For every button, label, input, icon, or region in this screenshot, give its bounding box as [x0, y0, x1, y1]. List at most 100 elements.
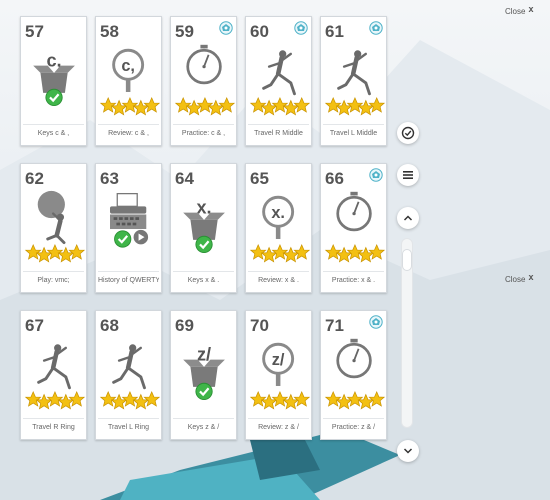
lesson-card[interactable]: 69 z/Keys z & /: [170, 310, 237, 440]
play-icon: [133, 229, 149, 245]
menu-button[interactable]: [397, 164, 419, 186]
star-icon: [368, 243, 386, 260]
lesson-card[interactable]: 61 Travel L Middle: [320, 16, 387, 146]
star-icon: [335, 393, 353, 410]
lesson-label: Review: x & .: [248, 271, 309, 289]
key-glyph: c,: [121, 57, 135, 75]
star-icon: [260, 99, 278, 116]
lesson-art: [110, 192, 149, 248]
lesson-card[interactable]: 59 Practice: c & ,: [170, 16, 237, 146]
star-icon: [68, 243, 86, 260]
lesson-art: [24, 344, 86, 410]
runner-icon: [337, 50, 371, 96]
lesson-card[interactable]: 67 Travel R Ring: [20, 310, 87, 440]
typewriter-icon: [110, 192, 147, 229]
runner-icon: [37, 344, 71, 390]
star-icon: [293, 96, 311, 113]
lesson-card[interactable]: 57 c, Keys c & ,: [20, 16, 87, 146]
lesson-card[interactable]: 60 Travel R Middle: [245, 16, 312, 146]
close-button[interactable]: Close x: [505, 4, 533, 16]
lesson-number: 70: [250, 316, 269, 335]
stopwatch-icon: [186, 44, 222, 85]
lesson-number: 71: [325, 316, 344, 335]
key-glyph: z/: [272, 351, 285, 369]
lesson-art: [99, 344, 161, 410]
star-icon: [132, 393, 150, 410]
lesson-label: Keys x & .: [173, 271, 234, 289]
lesson-art: c,: [33, 51, 75, 107]
lesson-card[interactable]: 70 z/Review: z & /: [245, 310, 312, 440]
stopwatch-icon: [336, 191, 372, 232]
lesson-number: 57: [25, 22, 44, 41]
star-icon: [196, 96, 214, 113]
star-icon: [24, 243, 42, 260]
lesson-label: Travel L Middle: [323, 124, 384, 142]
check-circle-icon: [401, 126, 415, 140]
lesson-card[interactable]: 58 c, Review: c & ,: [95, 16, 162, 146]
check-icon: [195, 235, 213, 254]
star-icon: [207, 99, 225, 116]
star-icon: [282, 99, 300, 116]
chevron-up-icon: [403, 215, 413, 221]
lesson-art: [249, 50, 311, 116]
star-icon: [346, 243, 364, 260]
lesson-art: x.: [249, 195, 311, 263]
lesson-art: [324, 338, 386, 410]
atlas-statue-icon: [37, 190, 66, 245]
star-icon: [335, 246, 353, 263]
star-icon: [143, 96, 161, 113]
lesson-number: 64: [175, 169, 194, 188]
star-icon: [99, 390, 117, 407]
star-icon: [357, 246, 375, 263]
star-icon: [260, 393, 278, 410]
lesson-art: c,: [99, 48, 161, 116]
star-icon: [282, 246, 300, 263]
star-icon: [46, 390, 64, 407]
star-icon: [218, 96, 236, 113]
lesson-card[interactable]: 71 Practice: z & /: [320, 310, 387, 440]
star-icon: [185, 99, 203, 116]
lesson-number: 66: [325, 169, 344, 188]
scrollbar-track[interactable]: [401, 238, 413, 428]
check-circle-button[interactable]: [397, 122, 419, 144]
lesson-label: Play: vmc;: [23, 271, 84, 289]
close-button-secondary[interactable]: Close x: [505, 272, 533, 284]
star-icon: [346, 390, 364, 407]
check-icon: [45, 88, 63, 107]
star-icon: [249, 243, 267, 260]
lesson-label: Travel L Ring: [98, 418, 159, 436]
lesson-card[interactable]: 65 x. Review: x & .: [245, 163, 312, 293]
star-icon: [324, 96, 342, 113]
lesson-number: 60: [250, 22, 269, 41]
star-icon: [121, 96, 139, 113]
star-icon: [57, 393, 75, 410]
star-icon: [271, 390, 289, 407]
lesson-number: 58: [100, 22, 119, 41]
star-icon: [35, 246, 53, 263]
star-icon: [110, 393, 128, 410]
star-icon: [368, 96, 386, 113]
lesson-number: 63: [100, 169, 119, 188]
star-icon: [132, 99, 150, 116]
lesson-card[interactable]: 68 Travel L Ring: [95, 310, 162, 440]
scroll-up-button[interactable]: [397, 207, 419, 229]
lesson-card[interactable]: 62 Play: vmc;: [20, 163, 87, 293]
lesson-art: [24, 190, 86, 263]
close-x-icon: x: [528, 4, 534, 14]
lesson-card[interactable]: 63 History of QWERTY: [95, 163, 162, 293]
lesson-card[interactable]: 64 x. Keys x & .: [170, 163, 237, 293]
star-icon: [293, 390, 311, 407]
scrollbar-thumb[interactable]: [402, 249, 412, 271]
lesson-card[interactable]: 66 Practice: x & .: [320, 163, 387, 293]
badge-icon: [369, 168, 383, 182]
lesson-label: Practice: x & .: [323, 271, 384, 289]
lesson-grid: 57 c, Keys c & , 58 c, Review: c & , 59 Practic…: [0, 0, 400, 500]
star-icon: [174, 96, 192, 113]
lesson-label: Keys z & /: [173, 418, 234, 436]
star-icon: [357, 393, 375, 410]
star-icon: [121, 390, 139, 407]
chevron-down-icon: [403, 448, 413, 454]
star-icon: [271, 96, 289, 113]
lesson-art: z/: [183, 345, 225, 401]
scroll-down-button[interactable]: [397, 440, 419, 462]
